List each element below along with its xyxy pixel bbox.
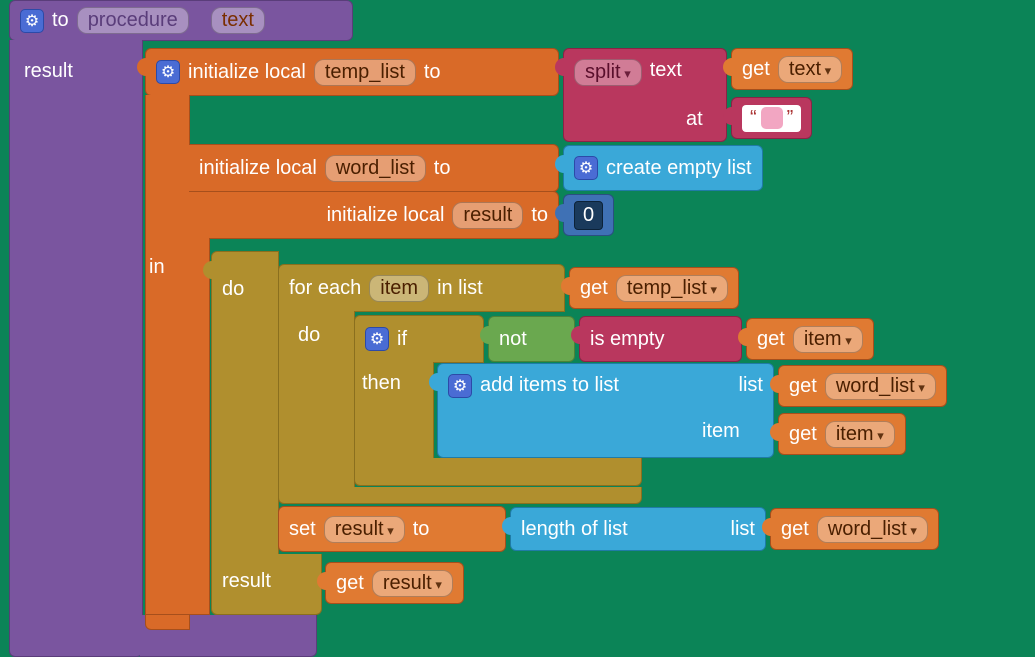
var-temp-list-field[interactable]: temp_list [314, 59, 416, 86]
set-result-block[interactable]: set result to [278, 506, 506, 552]
label-get: get [781, 518, 809, 541]
gear-icon[interactable] [365, 327, 389, 351]
label-initialize-local: initialize local [327, 204, 445, 227]
var-result-dropdown[interactable]: result [324, 516, 405, 543]
get-text-block[interactable]: get text [731, 48, 853, 90]
var-word-list-dropdown-2[interactable]: word_list [817, 516, 928, 543]
label-not: not [499, 328, 527, 351]
label-do-inner: do [298, 324, 320, 347]
label-list-slot: list [739, 374, 763, 397]
number-input[interactable]: 0 [574, 201, 603, 230]
split-mode-dropdown[interactable]: split [574, 59, 642, 86]
label-then: then [362, 372, 401, 395]
procedure-body-left [9, 40, 143, 657]
var-item-dropdown-2[interactable]: item [825, 421, 895, 448]
label-result: result [24, 60, 73, 83]
label-list-slot: list [731, 518, 755, 541]
label-get: get [789, 375, 817, 398]
get-temp-list-block[interactable]: get temp_list [569, 267, 739, 309]
label-set: set [289, 518, 316, 541]
procedure-param-field[interactable]: text [211, 7, 265, 34]
var-word-list-dropdown[interactable]: word_list [825, 373, 936, 400]
init-result-block[interactable]: initialize local result to [189, 191, 559, 239]
label-in: in [149, 256, 165, 279]
procedure-name-field[interactable]: procedure [77, 7, 189, 34]
label-result-kw: result [222, 570, 271, 593]
init-word-list-block[interactable]: initialize local word_list to [189, 144, 559, 192]
get-item-block-2[interactable]: get item [778, 413, 906, 455]
get-word-list-block[interactable]: get word_list [778, 365, 947, 407]
procedure-header[interactable]: to procedure text [9, 0, 353, 41]
get-result-block[interactable]: get result [325, 562, 464, 604]
label-initialize-local: initialize local [199, 157, 317, 180]
var-item-dropdown[interactable]: item [793, 326, 863, 353]
label-add-items: add items to list [480, 374, 619, 397]
add-items-block[interactable]: add items to list list [437, 363, 774, 458]
if-bottom [354, 458, 642, 486]
string-input[interactable] [761, 107, 783, 129]
foreach-block[interactable]: for each item in list [278, 264, 565, 312]
in-column [145, 238, 210, 615]
label-to: to [424, 61, 441, 84]
gear-icon[interactable] [574, 156, 598, 180]
string-literal-block[interactable]: “” [731, 97, 812, 139]
var-result-dropdown-2[interactable]: result [372, 570, 453, 597]
label-to: to [531, 204, 548, 227]
is-empty-block[interactable]: is empty [579, 316, 742, 362]
gear-icon[interactable] [156, 60, 180, 84]
init-temp-list-block[interactable]: initialize local temp_list to [145, 48, 559, 96]
label-if: if [397, 328, 407, 351]
label-get: get [336, 572, 364, 595]
var-item-field[interactable]: item [369, 275, 429, 302]
var-result-field[interactable]: result [452, 202, 523, 229]
label-create-empty-list: create empty list [606, 157, 752, 180]
label-in-list: in list [437, 277, 483, 300]
label-at: at [686, 108, 703, 131]
label-for-each: for each [289, 277, 361, 300]
var-temp-list-dropdown[interactable]: temp_list [616, 275, 728, 302]
label-get: get [742, 58, 770, 81]
number-literal-block[interactable]: 0 [563, 194, 614, 236]
label-item-slot: item [702, 420, 740, 443]
string-value: “” [742, 105, 801, 132]
get-item-block[interactable]: get item [746, 318, 874, 360]
get-word-list-block-2[interactable]: get word_list [770, 508, 939, 550]
length-of-list-block[interactable]: length of list list [510, 507, 766, 551]
gear-icon[interactable] [20, 9, 44, 33]
label-initialize-local: initialize local [188, 61, 306, 84]
gear-icon[interactable] [448, 374, 472, 398]
foreach-bottom [278, 487, 642, 504]
label-to: to [52, 9, 69, 32]
if-block[interactable]: if [354, 315, 484, 363]
label-to: to [434, 157, 451, 180]
label-get: get [757, 328, 785, 351]
label-split-text: text [650, 59, 682, 82]
var-word-list-field[interactable]: word_list [325, 155, 426, 182]
label-get: get [789, 423, 817, 446]
create-empty-list-block[interactable]: create empty list [563, 145, 763, 191]
label-length: length of list [521, 518, 628, 541]
label-do: do [222, 278, 244, 301]
not-block[interactable]: not [488, 316, 575, 362]
label-is-empty: is empty [590, 328, 664, 351]
var-text-dropdown[interactable]: text [778, 56, 842, 83]
label-to: to [413, 518, 430, 541]
label-get: get [580, 277, 608, 300]
